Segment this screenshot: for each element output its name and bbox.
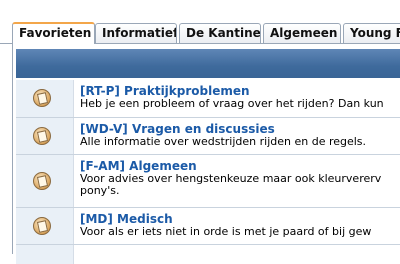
- tab-young[interactable]: Young F: [343, 23, 400, 43]
- forum-title-link[interactable]: [RT-P] Praktijkproblemen: [80, 84, 250, 98]
- tab-favorieten[interactable]: Favorieten: [12, 22, 95, 44]
- tab-informatief[interactable]: Informatief: [95, 23, 177, 43]
- forum-title-link[interactable]: [F-AM] Algemeen: [80, 159, 197, 173]
- forum-row[interactable]: [RT-P] Praktijkproblemen Heb je een prob…: [16, 80, 400, 117]
- tab-panel: [RT-P] Praktijkproblemen Heb je een prob…: [12, 44, 400, 264]
- forum-folder-icon: [33, 217, 51, 235]
- tab-algemeen[interactable]: Algemeen: [263, 23, 341, 43]
- forum-folder-icon: [33, 172, 51, 190]
- forum-description-line2: pony's.: [80, 184, 120, 197]
- forum-row[interactable]: [F-AM] Algemeen Voor advies over hengste…: [16, 154, 400, 207]
- forum-window: Favorieten Informatief De Kantine Algeme…: [0, 0, 400, 264]
- forum-title-link[interactable]: [MD] Medisch: [80, 212, 173, 226]
- tab-strip: Favorieten Informatief De Kantine Algeme…: [0, 22, 400, 44]
- forum-description: Alle informatie over wedstrijden rijden …: [80, 135, 367, 148]
- forum-icon-cell: [16, 208, 74, 244]
- forum-title-link[interactable]: [WD-V] Vragen en discussies: [80, 122, 275, 136]
- forum-row[interactable]: [MD] Medisch Voor als er iets niet in or…: [16, 207, 400, 244]
- forum-description: Heb je een probleem of vraag over het ri…: [80, 97, 384, 110]
- forum-row-partial: [16, 244, 400, 264]
- forum-category-header: [16, 49, 400, 78]
- forum-folder-icon: [33, 127, 51, 145]
- forum-row[interactable]: [WD-V] Vragen en discussies Alle informa…: [16, 117, 400, 154]
- tab-de-kantine[interactable]: De Kantine: [179, 23, 261, 43]
- forum-list: [RT-P] Praktijkproblemen Heb je een prob…: [16, 80, 400, 264]
- forum-icon-cell: [16, 245, 74, 264]
- forum-folder-icon: [33, 89, 51, 107]
- forum-icon-cell: [16, 155, 74, 207]
- forum-icon-cell: [16, 118, 74, 154]
- forum-icon-cell: [16, 80, 74, 117]
- forum-description-line1: Voor advies over hengstenkeuze maar ook …: [80, 172, 382, 185]
- forum-description: Voor als er iets niet in orde is met je …: [80, 225, 372, 238]
